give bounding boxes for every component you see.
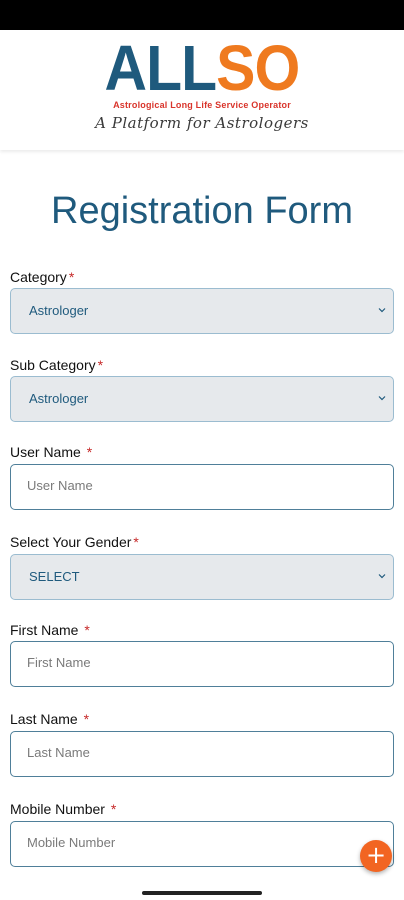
plus-icon: +	[365, 841, 387, 869]
logo-subtitle: A Platform for Astrologers	[95, 114, 309, 132]
last-name-label-text: Last Name	[10, 711, 78, 727]
required-mark: *	[68, 269, 75, 285]
logo-part-so: SO	[216, 32, 300, 104]
user-name-label: User Name *	[10, 444, 92, 460]
category-selected-value: Astrologer	[29, 303, 89, 318]
gender-selected-value: SELECT	[29, 569, 80, 584]
mobile-number-label-text: Mobile Number	[10, 801, 105, 817]
first-name-label: First Name *	[10, 622, 90, 638]
page-title: Registration Form	[51, 190, 353, 232]
first-name-field-box[interactable]	[10, 641, 394, 687]
last-name-label: Last Name *	[10, 711, 89, 727]
user-name-input[interactable]	[25, 477, 369, 494]
category-label: Category *	[10, 269, 74, 285]
chevron-down-icon	[378, 574, 386, 579]
sub-category-label: Sub Category *	[10, 357, 103, 373]
gender-label: Select Your Gender *	[10, 534, 139, 550]
last-name-input[interactable]	[25, 744, 369, 761]
first-name-label-text: First Name	[10, 622, 79, 638]
user-name-label-text: User Name	[10, 444, 81, 460]
logo-part-all: ALL	[104, 32, 218, 104]
mobile-number-field-box[interactable]	[10, 821, 394, 867]
chevron-down-icon	[378, 396, 386, 401]
home-indicator[interactable]	[142, 891, 262, 895]
required-mark: *	[110, 801, 117, 817]
sub-category-selected-value: Astrologer	[29, 391, 89, 406]
category-label-text: Category	[10, 269, 67, 285]
add-button[interactable]: +	[360, 840, 392, 872]
required-mark: *	[83, 711, 90, 727]
status-bar	[0, 0, 404, 30]
required-mark: *	[97, 357, 104, 373]
last-name-field-box[interactable]	[10, 731, 394, 777]
gender-select[interactable]: SELECT	[10, 554, 394, 600]
mobile-number-label: Mobile Number *	[10, 801, 116, 817]
category-select[interactable]: Astrologer	[10, 288, 394, 334]
first-name-input[interactable]	[25, 654, 369, 671]
sub-category-select[interactable]: Astrologer	[10, 376, 394, 422]
required-mark: *	[86, 444, 93, 460]
chevron-down-icon	[378, 308, 386, 313]
sub-category-label-text: Sub Category	[10, 357, 96, 373]
mobile-number-input[interactable]	[25, 834, 369, 851]
logo-wordmark: ALLSO	[105, 36, 301, 100]
required-mark: *	[133, 534, 139, 550]
app-header: ALLSO Astrological Long Life Service Ope…	[0, 30, 404, 150]
gender-label-text: Select Your Gender	[10, 534, 132, 550]
required-mark: *	[84, 622, 90, 638]
brand-logo: ALLSO Astrological Long Life Service Ope…	[0, 36, 404, 132]
user-name-field-box[interactable]	[10, 464, 394, 510]
